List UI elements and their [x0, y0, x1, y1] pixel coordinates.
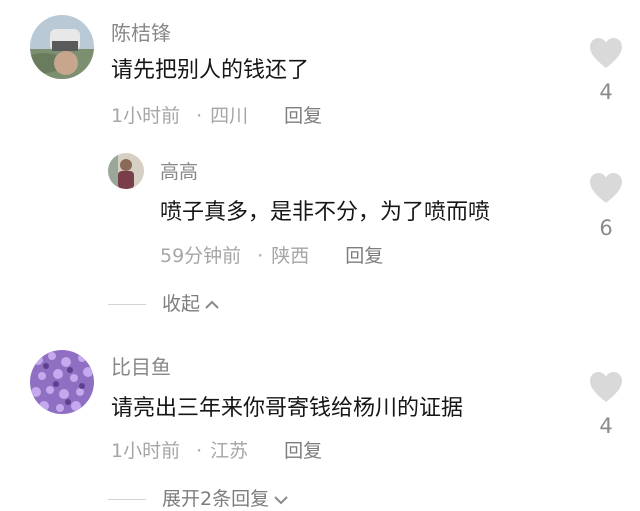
- reply-text: 喷子真多，是非不分，为了喷而喷: [160, 200, 491, 225]
- reply-avatar[interactable]: [108, 153, 144, 189]
- reply-button[interactable]: 回复: [284, 440, 322, 462]
- meta-separator: ·: [196, 105, 203, 127]
- meta-separator: ·: [257, 245, 264, 267]
- chevron-down-icon: [274, 495, 288, 504]
- comment-text: 请先把别人的钱还了: [111, 58, 310, 83]
- collapse-replies-toggle[interactable]: 收起: [108, 292, 220, 316]
- divider-line: [108, 304, 146, 305]
- avatar[interactable]: [30, 15, 94, 79]
- heart-icon[interactable]: [588, 370, 624, 404]
- chevron-up-icon: [205, 300, 219, 309]
- avatar[interactable]: [30, 350, 94, 414]
- comment-text: 请亮出三年来你哥寄钱给杨川的证据: [111, 396, 464, 421]
- comment-time: 1小时前: [111, 105, 181, 127]
- comment-meta: 1小时前 · 四川 回复: [111, 104, 322, 128]
- divider-line: [108, 499, 146, 500]
- comment-location: 江苏: [210, 440, 249, 462]
- comment-author[interactable]: 比目鱼: [111, 355, 171, 379]
- comment-author[interactable]: 陈桔锋: [111, 21, 171, 45]
- like-count: 4: [599, 414, 613, 438]
- reply-meta: 59分钟前 · 陕西 回复: [160, 244, 383, 268]
- reply-time: 59分钟前: [160, 245, 242, 267]
- collapse-label: 收起: [162, 293, 201, 315]
- comment-time: 1小时前: [111, 440, 181, 462]
- heart-icon[interactable]: [588, 36, 624, 70]
- expand-label: 展开2条回复: [162, 488, 270, 510]
- reply-location: 陕西: [271, 245, 310, 267]
- reply-author[interactable]: 高高: [160, 160, 198, 184]
- comment-location: 四川: [210, 105, 249, 127]
- comment-meta: 1小时前 · 江苏 回复: [111, 439, 322, 463]
- meta-separator: ·: [196, 440, 203, 462]
- expand-replies-toggle[interactable]: 展开2条回复: [108, 487, 289, 511]
- like-count: 6: [599, 216, 613, 240]
- reply-button[interactable]: 回复: [284, 105, 322, 127]
- like-count: 4: [599, 80, 613, 104]
- reply-button[interactable]: 回复: [345, 245, 383, 267]
- heart-icon[interactable]: [588, 171, 624, 205]
